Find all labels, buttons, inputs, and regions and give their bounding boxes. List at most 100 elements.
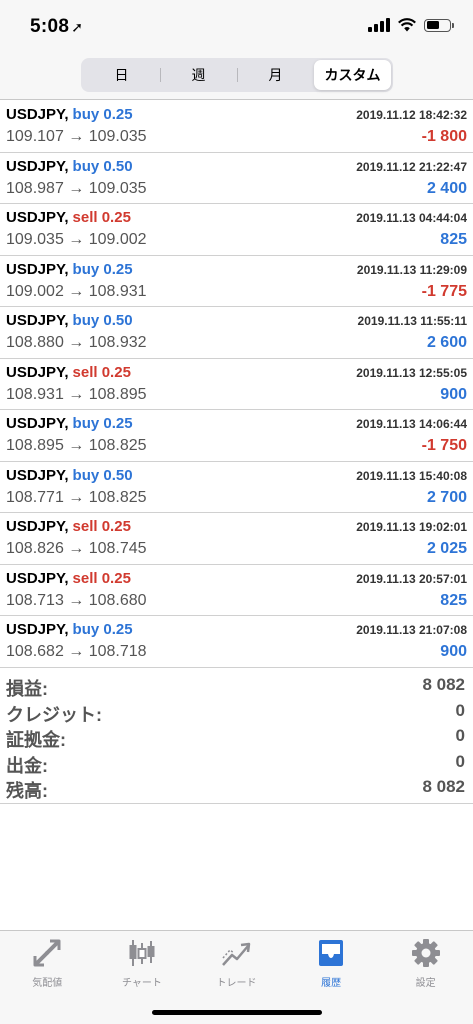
period-segmented-control: 日 週 月 カスタム: [81, 58, 393, 92]
clock: 5:08: [30, 16, 70, 37]
trade-row[interactable]: USDJPY, buy 0.25 2019.11.13 14:06:44 108.89…: [0, 410, 473, 462]
trade-profit: 900: [440, 643, 467, 660]
trade-row[interactable]: USDJPY, buy 0.25 2019.11.13 21:07:08 108.68…: [0, 616, 473, 668]
trade-prices: 108.895 → 108.825: [6, 437, 147, 454]
status-icons: [368, 18, 454, 32]
home-indicator: [152, 1010, 322, 1015]
tab-history-label: 履歴: [321, 978, 342, 989]
tab-chart-label: チャート: [121, 978, 162, 989]
trade-title: USDJPY, buy 0.50: [6, 158, 133, 175]
trade-symbol: USDJPY,: [6, 466, 69, 484]
tab-week[interactable]: 週: [160, 60, 237, 90]
trade-side-volume: sell 0.25: [72, 209, 131, 226]
trade-icon: [219, 937, 253, 969]
tab-settings[interactable]: 設定: [378, 931, 473, 1024]
tab-custom[interactable]: カスタム: [314, 60, 391, 90]
history-icon: [314, 937, 348, 969]
bottom-tab-bar: 気配値 チャート トレード 履歴 設定: [0, 930, 473, 1024]
tab-settings-label: 設定: [415, 978, 436, 989]
summary-row-profit: 損益: 8 082: [0, 672, 473, 699]
trade-profit: 2 025: [426, 540, 467, 557]
trade-profit: 2 400: [426, 179, 467, 197]
trade-profit: 2 600: [426, 334, 467, 351]
trade-time: 2019.11.12 18:42:32: [356, 108, 467, 122]
trade-prices: 108.713 → 108.680: [6, 591, 147, 609]
trade-symbol: USDJPY,: [6, 518, 69, 535]
trade-prices: 108.987 → 109.035: [6, 179, 147, 197]
chart-icon: [125, 937, 159, 969]
period-selector-bar: 日 週 月 カスタム: [0, 50, 473, 100]
trade-side-volume: buy 0.50: [72, 466, 133, 484]
trade-prices: 108.880 → 108.932: [6, 334, 147, 351]
trade-title: USDJPY, sell 0.25: [6, 518, 131, 535]
trade-title: USDJPY, sell 0.25: [6, 570, 131, 587]
battery-icon: [424, 18, 454, 32]
trade-title: USDJPY, buy 0.50: [6, 467, 133, 484]
tab-trade-label: トレード: [216, 978, 257, 989]
trade-title: USDJPY, buy 0.25: [6, 621, 133, 638]
trade-time: 2019.11.13 12:55:05: [356, 365, 467, 380]
trade-title: USDJPY, buy 0.25: [6, 106, 133, 123]
trade-prices: 108.771 → 108.825: [6, 488, 147, 506]
trade-side-volume: buy 0.25: [72, 621, 133, 638]
trade-row[interactable]: USDJPY, buy 0.50 2019.11.12 21:22:47 108.98…: [0, 153, 473, 204]
trade-row[interactable]: USDJPY, sell 0.25 2019.11.13 20:57:01 108.7…: [0, 565, 473, 616]
quotes-icon: [30, 937, 64, 969]
trade-row[interactable]: USDJPY, sell 0.25 2019.11.13 19:02:01 108.8…: [0, 513, 473, 565]
trade-side-volume: sell 0.25: [72, 518, 131, 535]
trade-profit: 825: [440, 231, 467, 248]
trade-title: USDJPY, sell 0.25: [6, 209, 131, 226]
trade-row[interactable]: USDJPY, sell 0.25 2019.11.13 04:44:04 109.0…: [0, 204, 473, 256]
wifi-icon: [398, 18, 416, 32]
tab-quotes-label: 気配値: [32, 978, 63, 989]
trade-side-volume: buy 0.25: [72, 106, 133, 123]
trade-time: 2019.11.12 21:22:47: [356, 159, 467, 174]
trade-symbol: USDJPY,: [6, 569, 69, 587]
trade-side-volume: buy 0.50: [72, 157, 133, 175]
trade-prices: 109.035 → 109.002: [6, 231, 147, 248]
trade-side-volume: sell 0.25: [72, 569, 131, 587]
trade-symbol: USDJPY,: [6, 157, 69, 175]
trade-symbol: USDJPY,: [6, 209, 69, 226]
trade-time: 2019.11.13 14:06:44: [356, 417, 467, 431]
trade-time: 2019.11.13 19:02:01: [356, 520, 467, 534]
trade-row[interactable]: USDJPY, buy 0.25 2019.11.13 11:29:09 109.00…: [0, 256, 473, 307]
trade-row[interactable]: USDJPY, buy 0.25 2019.11.12 18:42:32 109.10…: [0, 101, 473, 153]
trade-time: 2019.11.13 21:07:08: [356, 623, 467, 637]
trade-symbol: USDJPY,: [6, 312, 69, 329]
status-time: 5:08 ➚: [30, 16, 83, 38]
trade-time: 2019.11.13 04:44:04: [356, 211, 467, 225]
trade-row[interactable]: USDJPY, buy 0.50 2019.11.13 11:55:11 108.88…: [0, 307, 473, 359]
trade-row[interactable]: USDJPY, buy 0.50 2019.11.13 15:40:08 108.77…: [0, 462, 473, 513]
trade-history-list: USDJPY, buy 0.25 2019.11.12 18:42:32 109.10…: [0, 101, 473, 668]
trade-title: USDJPY, sell 0.25: [6, 364, 131, 381]
trade-profit: 825: [440, 591, 467, 609]
summary-row-credit: クレジット: 0: [0, 698, 473, 725]
cellular-signal-icon: [368, 18, 390, 32]
trade-profit: 2 700: [426, 488, 467, 506]
trade-prices: 109.107 → 109.035: [6, 128, 147, 145]
balance-value: 8 082: [422, 777, 465, 796]
trade-row[interactable]: USDJPY, sell 0.25 2019.11.13 12:55:05 108.9…: [0, 359, 473, 410]
trade-symbol: USDJPY,: [6, 415, 69, 432]
trade-time: 2019.11.13 20:57:01: [356, 571, 467, 586]
trade-prices: 108.826 → 108.745: [6, 540, 147, 557]
history-summary: 損益: 8 082 クレジット: 0 証拠金: 0 出金: 0 残高: 8 08…: [0, 672, 473, 804]
trade-side-volume: sell 0.25: [72, 363, 131, 381]
balance-label: 残高:: [6, 781, 48, 801]
trade-title: USDJPY, buy 0.50: [6, 312, 133, 329]
tab-quotes[interactable]: 気配値: [0, 931, 95, 1024]
trade-time: 2019.11.13 11:29:09: [356, 262, 467, 277]
summary-row-balance: 残高: 8 082: [0, 774, 473, 801]
location-icon: ➚: [71, 19, 84, 35]
deposit-value: 0: [455, 726, 465, 745]
tab-day[interactable]: 日: [83, 60, 160, 90]
credit-value: 0: [455, 700, 465, 720]
tab-month[interactable]: 月: [237, 60, 314, 90]
trade-symbol: USDJPY,: [6, 260, 69, 278]
trade-symbol: USDJPY,: [6, 621, 69, 638]
trade-side-volume: buy 0.25: [72, 415, 133, 432]
trade-prices: 108.682 → 108.718: [6, 643, 147, 660]
trade-title: USDJPY, buy 0.25: [6, 415, 133, 432]
trade-side-volume: buy 0.50: [72, 312, 133, 329]
